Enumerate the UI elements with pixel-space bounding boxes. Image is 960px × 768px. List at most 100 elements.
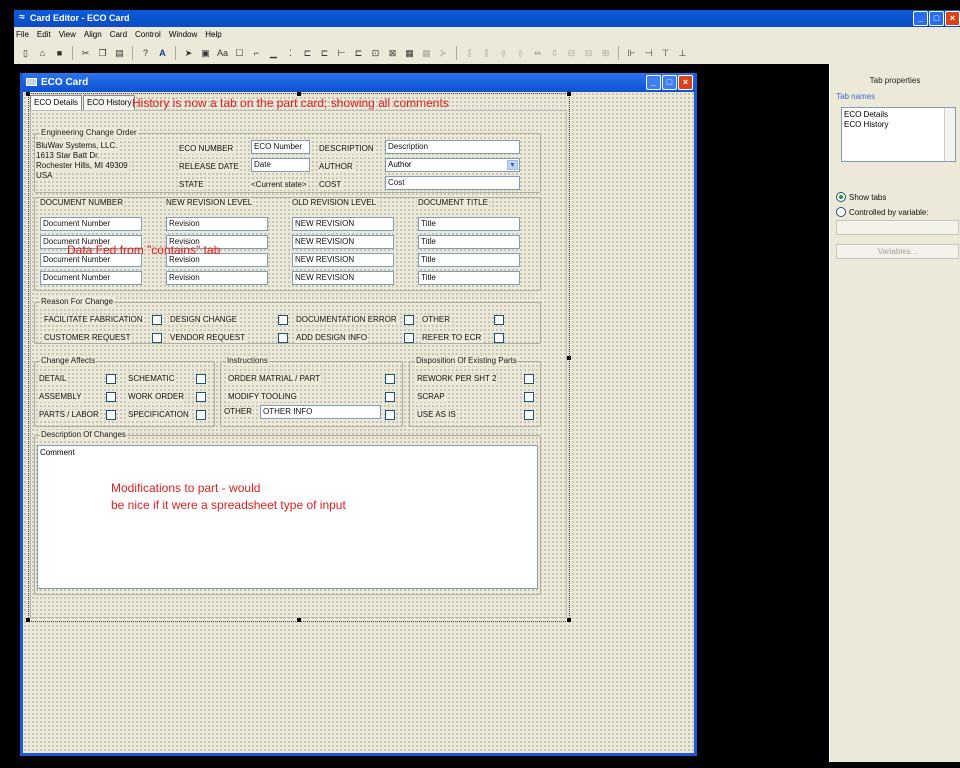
resize-handle[interactable] — [567, 356, 571, 360]
group-icon[interactable]: ⊢ — [334, 46, 349, 61]
chevron-down-icon[interactable]: ▼ — [507, 160, 518, 170]
menu-window[interactable]: Window — [169, 30, 197, 39]
align-center-icon: ⫿ — [485, 47, 488, 58]
resize-handle[interactable] — [297, 618, 301, 622]
reason-checkbox[interactable] — [404, 333, 414, 343]
release-date-field[interactable]: Date — [251, 158, 310, 172]
maximize-button[interactable]: □ — [929, 11, 944, 26]
textbox-icon[interactable]: ☐ — [232, 46, 247, 61]
document-title-field[interactable]: Title — [418, 217, 520, 231]
menu-file[interactable]: File — [16, 30, 29, 39]
cost-field[interactable]: Cost — [385, 176, 520, 190]
menu-edit[interactable]: Edit — [37, 30, 51, 39]
button-icon[interactable]: ⊏ — [351, 46, 366, 61]
tab-name-item[interactable]: ECO Details — [844, 110, 953, 120]
child-maximize-button[interactable]: □ — [662, 75, 677, 90]
affects-checkbox[interactable] — [196, 392, 206, 402]
grid-icon[interactable]: ⊠ — [385, 46, 400, 61]
align-right-edge-icon[interactable]: ⊣ — [641, 46, 656, 61]
help-icon[interactable]: ? — [138, 46, 153, 61]
menu-align[interactable]: Align — [84, 30, 102, 39]
document-title-field[interactable]: Title — [418, 253, 520, 267]
save-icon[interactable]: ■ — [52, 46, 67, 61]
reason-label: CUSTOMER REQUEST — [43, 333, 132, 343]
author-select[interactable]: Author ▼ — [385, 158, 520, 172]
tab-names-list[interactable]: ECO Details ECO History — [841, 107, 956, 162]
disposition-checkbox[interactable] — [524, 410, 534, 420]
resize-handle[interactable] — [567, 618, 571, 622]
old-revision-field[interactable]: NEW REVISION — [292, 253, 394, 267]
menu-control[interactable]: Control — [135, 30, 161, 39]
table-icon[interactable]: ▦ — [402, 46, 417, 61]
menu-view[interactable]: View — [59, 30, 76, 39]
reason-checkbox[interactable] — [278, 333, 288, 343]
align-bottom-edge-icon[interactable]: ⊥ — [675, 46, 690, 61]
menu-card[interactable]: Card — [110, 30, 127, 39]
minimize-button[interactable]: _ — [913, 11, 928, 26]
tab-eco-history[interactable]: ECO History — [83, 95, 136, 110]
description-field[interactable]: Description — [385, 140, 520, 154]
reason-checkbox[interactable] — [404, 315, 414, 325]
affects-checkbox[interactable] — [196, 410, 206, 420]
old-revision-field[interactable]: NEW REVISION — [292, 217, 394, 231]
disposition-checkbox[interactable] — [524, 392, 534, 402]
affects-checkbox[interactable] — [106, 392, 116, 402]
image-icon[interactable]: ▣ — [198, 46, 213, 61]
reason-checkbox[interactable] — [278, 315, 288, 325]
pointer-icon[interactable]: ➤ — [181, 46, 196, 61]
instruction-checkbox[interactable] — [385, 392, 395, 402]
new-icon[interactable]: ▯ — [18, 46, 33, 61]
menu-bar: File Edit View Align Card Control Window… — [14, 27, 960, 42]
new-revision-field[interactable]: Revision — [166, 217, 268, 231]
line-icon[interactable]: ⌐ — [249, 46, 264, 61]
instruction-checkbox[interactable] — [385, 410, 395, 420]
resize-handle[interactable] — [567, 92, 571, 96]
font-icon[interactable]: A — [155, 46, 170, 61]
show-tabs-radio[interactable] — [836, 192, 846, 202]
affects-checkbox[interactable] — [106, 374, 116, 384]
controlled-by-variable-radio[interactable] — [836, 207, 846, 217]
old-revision-field[interactable]: NEW REVISION — [292, 235, 394, 249]
eco-number-field[interactable]: ECO Number — [251, 140, 310, 154]
document-number-field[interactable]: Document Number — [40, 217, 142, 231]
list-scrollbar[interactable] — [944, 108, 955, 161]
document-number-field[interactable]: Document Number — [40, 271, 142, 285]
design-canvas[interactable]: ECO Details ECO History Engineering Chan… — [23, 92, 694, 753]
align-top-edge-icon[interactable]: ⊤ — [658, 46, 673, 61]
combo-icon[interactable]: ⊏ — [300, 46, 315, 61]
open-icon[interactable]: ⌂ — [35, 46, 50, 61]
column-header: OLD REVISION LEVEL — [291, 198, 378, 208]
tab-icon[interactable]: ⊡ — [368, 46, 383, 61]
cut-icon[interactable]: ✂ — [78, 46, 93, 61]
affects-checkbox[interactable] — [196, 374, 206, 384]
instruction-checkbox[interactable] — [385, 374, 395, 384]
field-icon[interactable]: ▁ — [266, 46, 281, 61]
tab-name-item[interactable]: ECO History — [844, 120, 953, 130]
new-revision-field[interactable]: Revision — [166, 271, 268, 285]
other-info-field[interactable]: OTHER INFO — [260, 405, 381, 419]
child-title: ECO Card — [41, 77, 89, 88]
document-title-field[interactable]: Title — [418, 271, 520, 285]
resize-handle[interactable] — [26, 618, 30, 622]
tab-eco-details[interactable]: ECO Details — [30, 95, 83, 111]
close-button[interactable]: × — [945, 11, 960, 26]
child-close-button[interactable]: × — [678, 75, 693, 90]
reason-checkbox[interactable] — [494, 315, 504, 325]
reason-checkbox[interactable] — [152, 333, 162, 343]
disposition-checkbox[interactable] — [524, 374, 534, 384]
reason-checkbox[interactable] — [152, 315, 162, 325]
child-minimize-button[interactable]: _ — [646, 75, 661, 90]
copy-icon[interactable]: ❐ — [95, 46, 110, 61]
align-left-edge-icon[interactable]: ⊩ — [624, 46, 639, 61]
paste-icon[interactable]: ▤ — [112, 46, 127, 61]
affects-checkbox[interactable] — [106, 410, 116, 420]
comment-textarea[interactable]: Comment — [37, 445, 538, 589]
old-revision-field[interactable]: NEW REVISION — [292, 271, 394, 285]
checkbox-icon[interactable]: ⁚ — [283, 46, 298, 61]
menu-help[interactable]: Help — [205, 30, 221, 39]
list-icon[interactable]: ⊏ — [317, 46, 332, 61]
cost-label: COST — [318, 180, 343, 190]
text-icon[interactable]: Aa — [215, 46, 230, 61]
reason-checkbox[interactable] — [494, 333, 504, 343]
document-title-field[interactable]: Title — [418, 235, 520, 249]
